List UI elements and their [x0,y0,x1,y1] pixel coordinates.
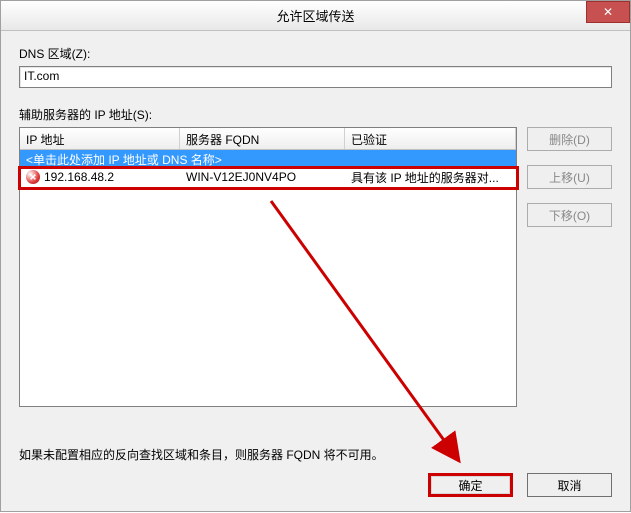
ok-button[interactable]: 确定 [428,473,513,497]
move-down-button[interactable]: 下移(O) [527,203,612,227]
cell-ip: 192.168.48.2 [44,170,114,184]
aux-servers-label: 辅助服务器的 IP 地址(S): [19,106,612,123]
error-icon [26,170,40,184]
title-bar: 允许区域传送 ✕ [1,1,630,31]
list-header: IP 地址 服务器 FQDN 已验证 [20,128,516,150]
col-validated[interactable]: 已验证 [345,128,516,149]
list-body[interactable]: <单击此处添加 IP 地址或 DNS 名称> 192.168.48.2 WIN-… [20,150,516,406]
close-button[interactable]: ✕ [586,1,630,23]
cell-fqdn: WIN-V12EJ0NV4PO [180,169,345,185]
cell-validated: 具有该 IP 地址的服务器对... [345,168,516,187]
footer-note: 如果未配置相应的反向查找区域和条目，则服务器 FQDN 将不可用。 [19,446,384,463]
col-fqdn[interactable]: 服务器 FQDN [180,128,345,149]
add-prompt-row[interactable]: <单击此处添加 IP 地址或 DNS 名称> [20,150,516,168]
server-list[interactable]: IP 地址 服务器 FQDN 已验证 <单击此处添加 IP 地址或 DNS 名称… [19,127,517,407]
dialog-body: DNS 区域(Z): IT.com 辅助服务器的 IP 地址(S): IP 地址… [1,31,630,421]
dns-zone-label: DNS 区域(Z): [19,45,612,62]
dns-zone-readonly: IT.com [19,66,612,88]
move-up-button[interactable]: 上移(U) [527,165,612,189]
bottom-buttons: 确定 取消 [428,473,612,497]
dialog-window: 允许区域传送 ✕ DNS 区域(Z): IT.com 辅助服务器的 IP 地址(… [0,0,631,512]
col-ip[interactable]: IP 地址 [20,128,180,149]
add-prompt-text: <单击此处添加 IP 地址或 DNS 名称> [20,150,228,169]
cancel-button[interactable]: 取消 [527,473,612,497]
table-row[interactable]: 192.168.48.2 WIN-V12EJ0NV4PO 具有该 IP 地址的服… [20,168,516,186]
delete-button[interactable]: 删除(D) [527,127,612,151]
close-icon: ✕ [603,5,613,19]
side-buttons: 删除(D) 上移(U) 下移(O) [527,127,612,407]
window-title: 允许区域传送 [276,6,354,25]
